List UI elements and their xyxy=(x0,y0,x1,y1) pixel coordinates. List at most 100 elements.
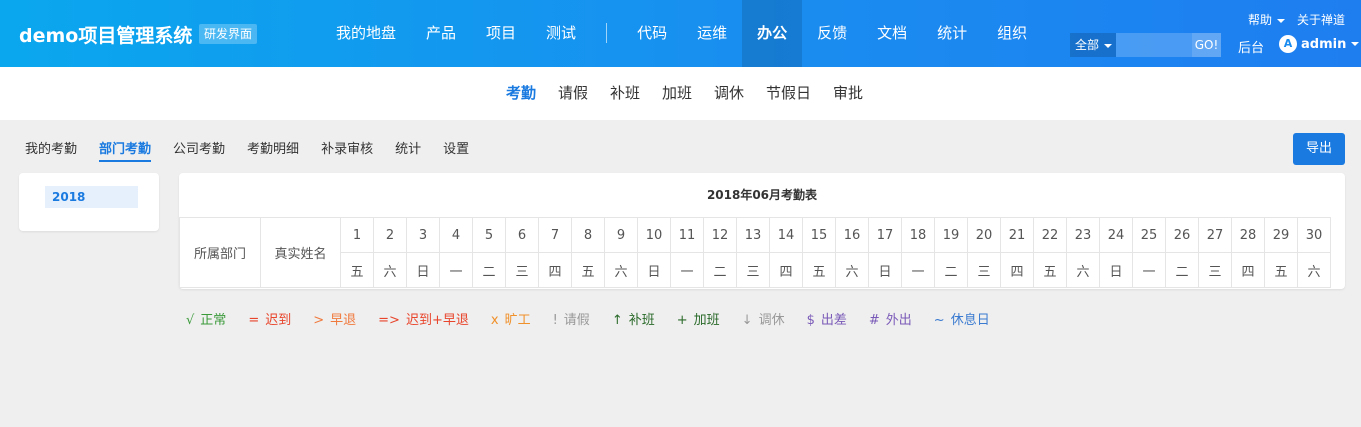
weekday-cell: 五 xyxy=(1264,252,1298,288)
weekday-cell: 六 xyxy=(604,252,638,288)
tab-item[interactable]: 我的考勤 xyxy=(25,138,77,162)
legend-symbol: > xyxy=(313,313,325,328)
nav-item[interactable]: 运维 xyxy=(682,0,742,67)
day-number-cell: 19 xyxy=(934,217,968,253)
weekday-cell: 三 xyxy=(505,252,539,288)
legend-item: = 迟到 xyxy=(248,309,291,328)
weekday-cell: 二 xyxy=(1165,252,1199,288)
subnav-item[interactable]: 节假日 xyxy=(755,67,822,120)
day-number-cell: 15 xyxy=(802,217,836,253)
sub-nav: 考勤 请假 补班 加班 调休 节假日 审批 xyxy=(0,67,1361,120)
day-number-cell: 17 xyxy=(868,217,902,253)
weekday-cell: 五 xyxy=(340,252,374,288)
legend-symbol: ↓ xyxy=(741,313,753,328)
legend-label: 调休 xyxy=(758,313,785,328)
nav-item[interactable]: 反馈 xyxy=(802,0,862,67)
day-number-cell: 4 xyxy=(439,217,473,253)
help-label: 帮助 xyxy=(1247,13,1272,27)
day-number-cell: 2 xyxy=(373,217,407,253)
nav-item[interactable]: 项目 xyxy=(471,0,531,67)
nav-item[interactable]: 测试 xyxy=(531,0,591,67)
weekday-cell: 三 xyxy=(1198,252,1232,288)
legend-label: 旷工 xyxy=(504,313,531,328)
legend-symbol: √ xyxy=(186,313,195,328)
weekday-cell: 二 xyxy=(934,252,968,288)
day-number-cell: 6 xyxy=(505,217,539,253)
help-menu[interactable]: 帮助 xyxy=(1248,11,1285,28)
global-search: 全部 GO! xyxy=(1070,33,1221,57)
tab-item[interactable]: 设置 xyxy=(443,138,469,162)
day-number-cell: 13 xyxy=(736,217,770,253)
nav-divider xyxy=(606,23,608,43)
tab-item[interactable]: 统计 xyxy=(395,138,421,162)
weekday-cell: 一 xyxy=(439,252,473,288)
tab-item[interactable]: 公司考勤 xyxy=(173,138,225,162)
top-header: demo项目管理系统 研发界面 我的地盘 产品 项目 测试 代码 运维 办公 反馈 文档 统计 组织… xyxy=(0,0,1361,67)
nav-item[interactable]: 我的地盘 xyxy=(321,0,411,67)
weekday-cell: 四 xyxy=(538,252,572,288)
nav-item[interactable]: 代码 xyxy=(622,0,682,67)
legend-symbol: = xyxy=(248,313,260,328)
weekday-cell: 四 xyxy=(769,252,803,288)
legend-label: 休息日 xyxy=(950,313,990,328)
day-number-cell: 18 xyxy=(901,217,935,253)
nav-item[interactable]: 组织 xyxy=(982,0,1042,67)
day-number-cell: 11 xyxy=(670,217,704,253)
weekday-cell: 五 xyxy=(571,252,605,288)
nav-item[interactable]: 统计 xyxy=(922,0,982,67)
app-title[interactable]: demo项目管理系统 xyxy=(19,21,192,48)
search-input[interactable] xyxy=(1116,33,1192,57)
chevron-down-icon xyxy=(1276,18,1285,23)
day-number-cell: 7 xyxy=(538,217,572,253)
attendance-table: 所属部门 真实姓名 1 2 3 4 5 6 7 8 9 10 11 12 13 14 15 16 17 18 19 2… xyxy=(179,217,1331,288)
search-go-button[interactable]: GO! xyxy=(1192,33,1221,57)
day-number-cell: 26 xyxy=(1165,217,1199,253)
nav-item[interactable]: 办公 xyxy=(742,0,803,67)
year-item[interactable]: 2018 xyxy=(45,186,138,208)
chevron-down-icon xyxy=(1351,42,1360,46)
legend-label: 早退 xyxy=(330,313,357,328)
user-menu[interactable]: A admin xyxy=(1279,35,1360,53)
legend-label: 迟到 xyxy=(265,313,292,328)
legend-item: ↑ 补班 xyxy=(612,309,655,328)
legend-symbol: ! xyxy=(552,313,558,328)
tab-item[interactable]: 部门考勤 xyxy=(99,138,152,162)
day-number-cell: 21 xyxy=(1000,217,1034,253)
legend-symbol: # xyxy=(868,313,880,328)
tab-item[interactable]: 补录审核 xyxy=(321,138,373,162)
day-number-cell: 3 xyxy=(406,217,440,253)
export-button[interactable]: 导出 xyxy=(1293,133,1345,165)
legend-item: ! 请假 xyxy=(553,309,590,328)
day-number-cell: 8 xyxy=(571,217,605,253)
nav-item[interactable]: 文档 xyxy=(862,0,922,67)
weekday-cell: 六 xyxy=(1066,252,1100,288)
legend-symbol: $ xyxy=(806,313,815,328)
tab-item[interactable]: 考勤明细 xyxy=(247,138,299,162)
subnav-item[interactable]: 补班 xyxy=(599,67,651,120)
weekday-cell: 三 xyxy=(736,252,770,288)
subnav-item[interactable]: 考勤 xyxy=(495,67,547,120)
legend-label: 加班 xyxy=(693,313,720,328)
search-scope-select[interactable]: 全部 xyxy=(1070,33,1116,57)
weekday-cell: 二 xyxy=(472,252,506,288)
weekday-cell: 一 xyxy=(901,252,935,288)
day-number-cell: 27 xyxy=(1198,217,1232,253)
backstage-link[interactable]: 后台 xyxy=(1238,37,1264,56)
year-panel: 2018 xyxy=(19,173,159,231)
username: admin xyxy=(1301,36,1347,52)
weekday-cell: 四 xyxy=(1231,252,1265,288)
weekday-cell: 日 xyxy=(637,252,671,288)
day-number-cell: 16 xyxy=(835,217,869,253)
legend-symbol: x xyxy=(490,313,499,328)
about-link[interactable]: 关于禅道 xyxy=(1297,11,1345,28)
legend-symbol: + xyxy=(676,313,688,328)
col-header-name: 真实姓名 xyxy=(260,217,341,288)
subnav-item[interactable]: 加班 xyxy=(651,67,703,120)
nav-item[interactable]: 产品 xyxy=(411,0,471,67)
subnav-item[interactable]: 审批 xyxy=(822,67,874,120)
subnav-item[interactable]: 请假 xyxy=(547,67,599,120)
legend-label: 请假 xyxy=(563,313,590,328)
weekday-cell: 一 xyxy=(1132,252,1166,288)
mode-badge[interactable]: 研发界面 xyxy=(199,24,258,44)
subnav-item[interactable]: 调休 xyxy=(703,67,755,120)
